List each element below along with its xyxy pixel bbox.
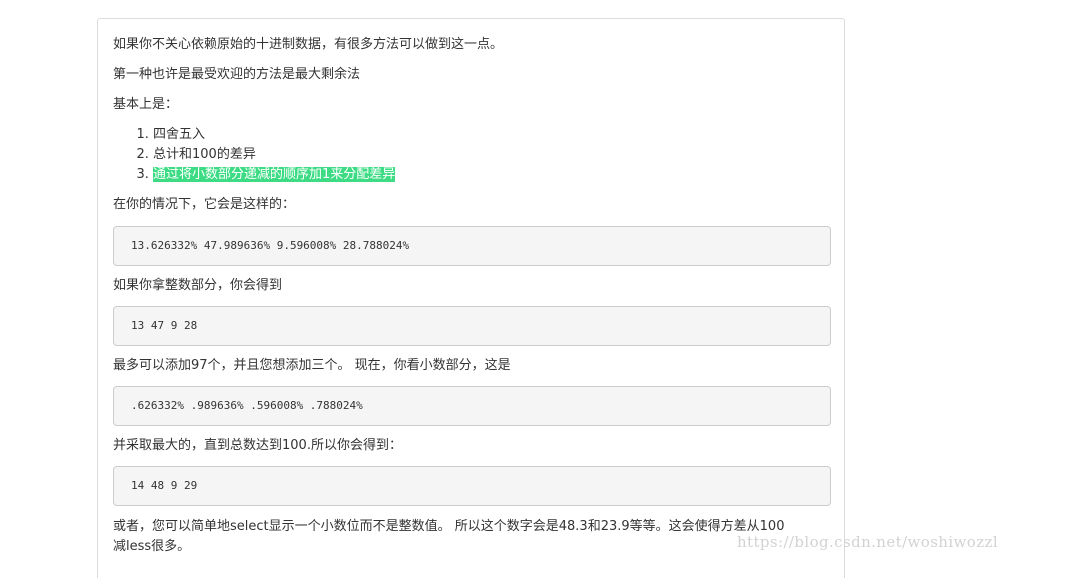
watermark-url: https://blog.csdn.net/woshiwozzl	[737, 533, 999, 551]
take-paragraph: 并采取最大的，直到总数达到100.所以你会得到：	[113, 438, 402, 453]
alternative-paragraph: 或者，您可以简单地select显示一个小数位而不是整数值。 所以这个数字会是48…	[113, 517, 831, 557]
code-block-integers: 13 47 9 28	[113, 306, 831, 346]
step-text: 总计和100的差异	[153, 147, 256, 162]
highlighted-step-text[interactable]: 通过将小数部分递减的顺序加1来分配差异	[153, 167, 396, 182]
intro-paragraph: 如果你不关心依赖原始的十进制数据，有很多方法可以做到这一点。	[113, 37, 504, 52]
alternative-line-2: 减less很多。	[113, 539, 191, 554]
code-block-percentages: 13.626332% 47.989636% 9.596008% 28.78802…	[113, 226, 831, 266]
answer-card: 如果你不关心依赖原始的十进制数据，有很多方法可以做到这一点。 第一种也许是最受欢…	[97, 18, 845, 578]
answer-content: 如果你不关心依赖原始的十进制数据，有很多方法可以做到这一点。 第一种也许是最受欢…	[113, 35, 831, 557]
integer-paragraph: 如果你拿整数部分，你会得到	[113, 278, 283, 293]
step-text: 四舍五入	[153, 127, 206, 142]
case-paragraph: 在你的情况下，它会是这样的：	[113, 197, 296, 212]
method-paragraph: 第一种也许是最受欢迎的方法是最大剩余法	[113, 67, 361, 82]
add-paragraph: 最多可以添加97个，并且您想添加三个。 现在，你看小数部分，这是	[113, 358, 511, 373]
code-block-result: 14 48 9 29	[113, 466, 831, 506]
code-block-decimals: .626332% .989636% .596008% .788024%	[113, 386, 831, 426]
steps-list: 四舍五入 总计和100的差异 通过将小数部分递减的顺序加1来分配差异	[113, 125, 831, 185]
basic-paragraph: 基本上是：	[113, 97, 179, 112]
step-item: 总计和100的差异	[153, 145, 831, 165]
step-item: 四舍五入	[153, 125, 831, 145]
alternative-line-1: 或者，您可以简单地select显示一个小数位而不是整数值。 所以这个数字会是48…	[113, 519, 785, 534]
step-item: 通过将小数部分递减的顺序加1来分配差异	[153, 165, 831, 185]
